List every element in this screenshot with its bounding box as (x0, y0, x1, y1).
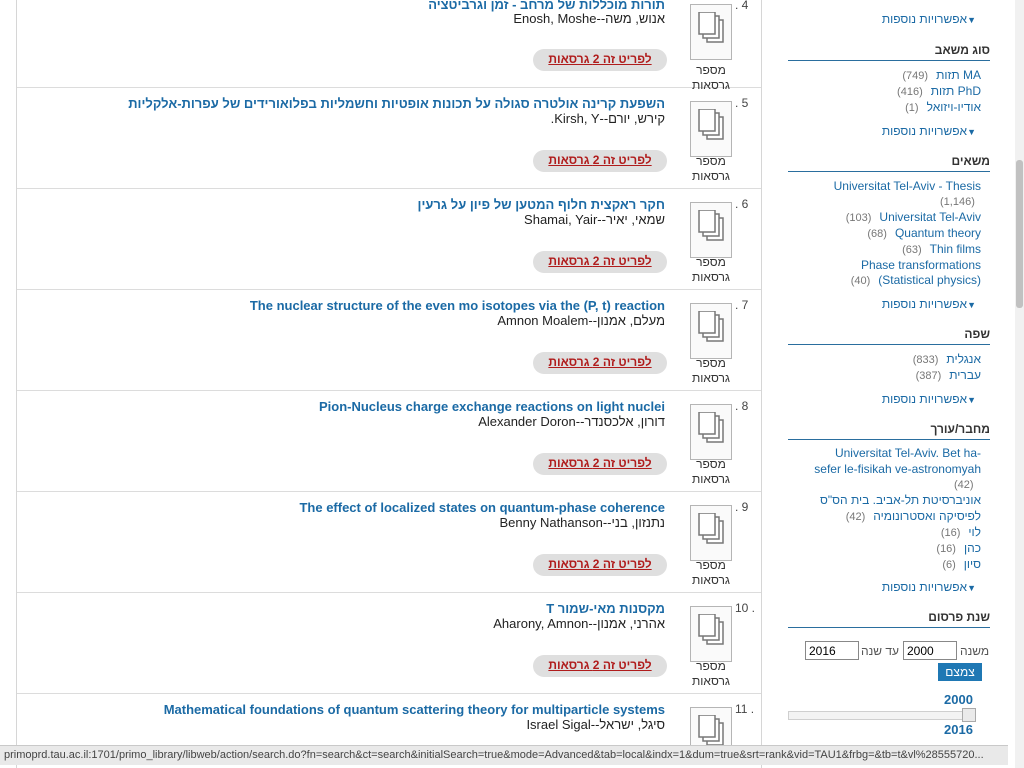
record-title-link[interactable]: Mathematical foundations of quantum scat… (164, 702, 665, 717)
facet-item[interactable]: (40) (Statistical physics) (851, 273, 981, 287)
more-options-link[interactable]: אפשרויות נוספות▼ (882, 580, 982, 594)
result-record: . 9 מספר גרסאות The effect of localized … (17, 492, 761, 593)
year-to-label: עד שנה (861, 644, 900, 658)
facet-item[interactable]: (1) אודיו-ויזואל (905, 100, 981, 114)
record-number: . 5 (735, 96, 749, 110)
facets-sidebar: אפשרויות נוספות▼ סוג משאב (749) תזות MA (… (788, 0, 990, 768)
document-thumbnail-icon[interactable] (690, 4, 732, 60)
chevron-down-icon: ▼ (967, 395, 976, 405)
record-number: . 8 (735, 399, 749, 413)
record-author: שמאי, יאיר--Shamai, Yair (524, 212, 665, 227)
document-thumbnail-icon[interactable] (690, 404, 732, 460)
record-number: . 7 (735, 298, 749, 312)
result-record: . 4 מספר גרסאות תורות מוכללות של מרחב - … (17, 0, 761, 92)
facet-heading-author: מחבר/עורך (788, 422, 990, 440)
year-to-input[interactable] (805, 641, 859, 660)
facet-item[interactable]: (63) Thin films (902, 242, 981, 256)
chevron-down-icon: ▼ (967, 127, 976, 137)
facet-item[interactable]: (6) סיון (942, 557, 981, 571)
slider-min-value: 2000 (944, 692, 973, 707)
thumbnail-label: מספר גרסאות (692, 255, 730, 284)
record-number: 11 . (735, 702, 755, 716)
page-scrollbar[interactable] (1015, 0, 1024, 768)
record-author: אהרני, אמנון--Aharony, Amnon (493, 616, 665, 631)
result-record: 10 . מספר גרסאות T מקסנות מאי-שמור אהרני… (17, 593, 761, 694)
record-number: . 6 (735, 197, 749, 211)
facet-item[interactable]: (749) תזות MA (902, 68, 981, 82)
narrow-year-button[interactable]: צמצם (938, 663, 982, 681)
chevron-down-icon: ▼ (967, 583, 976, 593)
document-thumbnail-icon[interactable] (690, 606, 732, 662)
versions-button[interactable]: לפריט זה 2 גרסאות (533, 150, 667, 172)
record-title-link[interactable]: חקר ראקצית חלוף המטען של פיון על גרעין (418, 197, 665, 212)
more-options-link[interactable]: אפשרויות נוספות▼ (882, 392, 982, 406)
record-number: . 4 (735, 0, 749, 12)
thumbnail-label: מספר גרסאות (692, 154, 730, 183)
record-title-link[interactable]: The effect of localized states on quantu… (299, 500, 665, 515)
facet-item[interactable]: (16) לוי (941, 525, 981, 539)
versions-button[interactable]: לפריט זה 2 גרסאות (533, 453, 667, 475)
record-author: נתנזון, בני--Benny Nathanson (499, 515, 665, 530)
document-thumbnail-icon[interactable] (690, 101, 732, 157)
chevron-down-icon: ▼ (967, 15, 976, 25)
record-author: אנוש, משה--Enosh, Moshe (513, 11, 665, 26)
browser-status-bar: primoprd.tau.ac.il:1701/primo_library/li… (0, 745, 1008, 765)
record-author: קירש, יורם--Kirsh, Y. (550, 111, 665, 126)
facet-item[interactable]: (833) אנגלית (913, 352, 981, 366)
more-options-link[interactable]: אפשרויות נוספות▼ (882, 124, 982, 138)
document-thumbnail-icon[interactable] (690, 202, 732, 258)
facet-item[interactable]: Universitat Tel-Aviv. Bet ha- (835, 446, 981, 460)
more-options-link[interactable]: אפשרויות נוספות▼ (882, 297, 982, 311)
more-options-link[interactable]: אפשרויות נוספות▼ (882, 12, 982, 26)
document-thumbnail-icon[interactable] (690, 303, 732, 359)
thumbnail-label: מספר גרסאות (692, 356, 730, 385)
versions-button[interactable]: לפריט זה 2 גרסאות (533, 49, 667, 71)
facet-item[interactable]: (68) Quantum theory (867, 226, 981, 240)
year-slider-track[interactable] (788, 711, 976, 720)
versions-button[interactable]: לפריט זה 2 גרסאות (533, 655, 667, 677)
record-title-link[interactable]: The nuclear structure of the even mo iso… (250, 298, 665, 313)
record-number: . 9 (735, 500, 749, 514)
facet-item[interactable]: (16) כהן (936, 541, 981, 555)
record-author: סיגל, ישראל--Israel Sigal (526, 717, 665, 732)
chevron-down-icon: ▼ (967, 300, 976, 310)
facet-count: (42) (954, 479, 974, 491)
slider-max-value: 2016 (944, 722, 973, 737)
result-record: . 7 מספר גרסאות The nuclear structure of… (17, 290, 761, 391)
year-from-input[interactable] (903, 641, 957, 660)
results-list: . 4 מספר גרסאות תורות מוכללות של מרחב - … (16, 0, 762, 768)
facet-item[interactable]: Phase transformations (861, 258, 981, 272)
record-author: מעלם, אמנון--Amnon Moalem (497, 313, 665, 328)
year-slider-handle[interactable] (962, 708, 976, 722)
facet-heading-resource-type: סוג משאב (788, 43, 990, 61)
facet-heading-subjects: משאים (788, 154, 990, 172)
versions-button[interactable]: לפריט זה 2 גרסאות (533, 554, 667, 576)
record-number: 10 . (735, 601, 756, 615)
facet-item[interactable]: (42) לפיסיקה ואסטרונומיה (846, 509, 981, 523)
scrollbar-thumb[interactable] (1016, 160, 1023, 308)
record-title-link[interactable]: השפעת קרינה אולטרה סגולה על תכונות אופטי… (128, 96, 665, 111)
facet-item[interactable]: אוניברסיטת תל-אביב. בית הס"ס (820, 493, 981, 507)
facet-item[interactable]: sefer le-fisikah ve-astronomyah (814, 462, 981, 476)
year-from-label: משנה (960, 644, 990, 658)
result-record: . 6 מספר גרסאות חקר ראקצית חלוף המטען של… (17, 189, 761, 290)
facet-item[interactable]: (387) עברית (916, 368, 981, 382)
thumbnail-label: מספר גרסאות (692, 558, 730, 587)
record-author: דורון, אלכסנדר--Alexander Doron (478, 414, 665, 429)
result-record: . 5 מספר גרסאות השפעת קרינה אולטרה סגולה… (17, 88, 761, 189)
thumbnail-label: מספר גרסאות (692, 457, 730, 486)
facet-item[interactable]: (103) Universitat Tel-Aviv (846, 210, 981, 224)
facet-count: (1,146) (940, 196, 975, 208)
versions-button[interactable]: לפריט זה 2 גרסאות (533, 352, 667, 374)
versions-button[interactable]: לפריט זה 2 גרסאות (533, 251, 667, 273)
facet-item[interactable]: Universitat Tel-Aviv - Thesis (834, 179, 981, 193)
record-title-link[interactable]: Pion-Nucleus charge exchange reactions o… (319, 399, 665, 414)
facet-heading-language: שפה (788, 327, 990, 345)
record-title-link[interactable]: T מקסנות מאי-שמור (546, 601, 665, 616)
thumbnail-label: מספר גרסאות (692, 659, 730, 688)
facet-heading-year: שנת פרסום (788, 610, 990, 628)
document-thumbnail-icon[interactable] (690, 505, 732, 561)
result-record: . 8 מספר גרסאות Pion-Nucleus charge exch… (17, 391, 761, 492)
facet-item[interactable]: (416) תזות PhD (897, 84, 981, 98)
